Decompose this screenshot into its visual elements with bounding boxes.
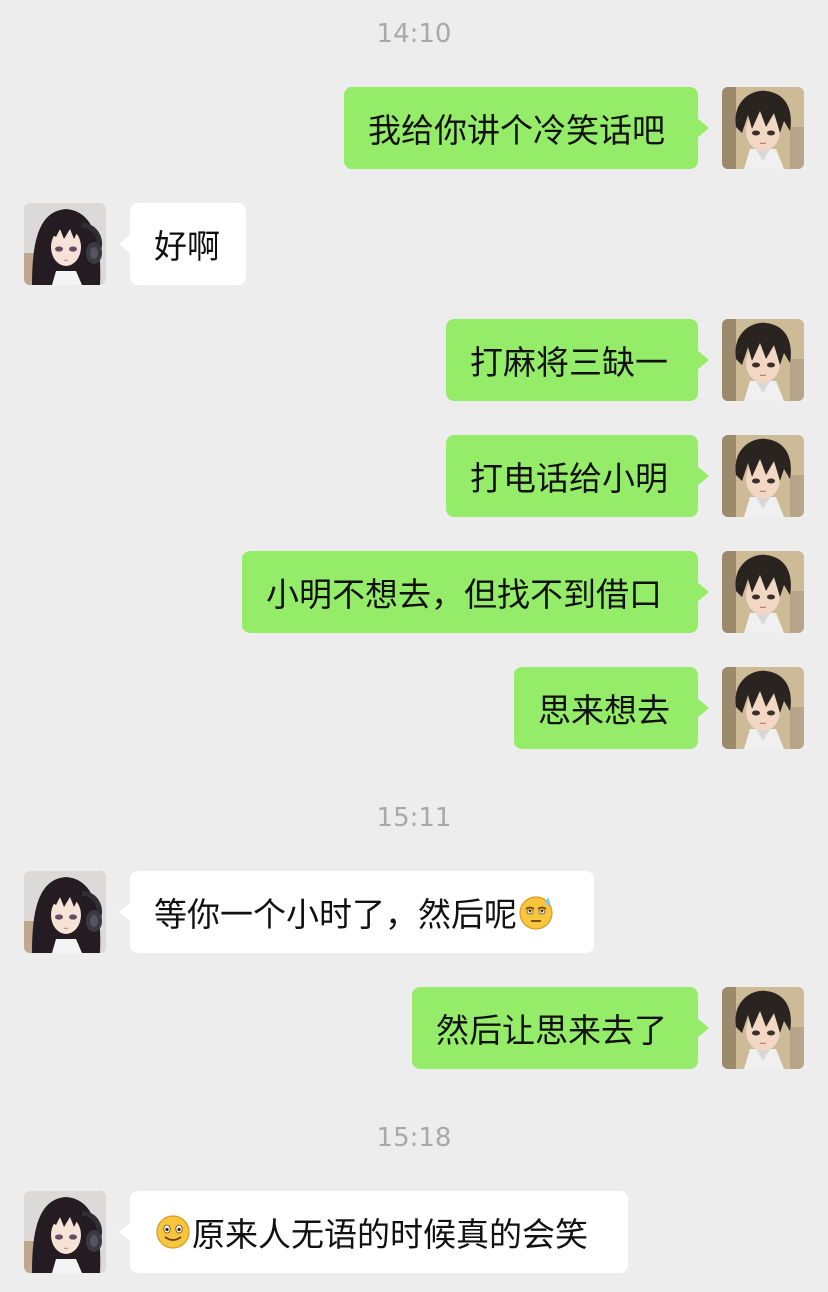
anime-girl-avatar-icon xyxy=(24,1191,106,1273)
message-bubble-received[interactable]: 好啊 xyxy=(119,203,246,285)
my-avatar[interactable] xyxy=(722,551,804,633)
message-bubble-sent[interactable]: 打麻将三缺一 xyxy=(446,319,709,401)
message-bubble-received[interactable]: 原来人无语的时候真的会笑 xyxy=(119,1191,628,1273)
message-text: 打电话给小明 xyxy=(470,459,668,498)
message-text: 我给你讲个冷笑话吧 xyxy=(368,111,665,150)
message-text: 打麻将三缺一 xyxy=(470,343,668,382)
anime-girl-avatar-icon xyxy=(24,871,106,953)
timestamp: 14:10 xyxy=(376,19,452,49)
message-text: 原来人无语的时候真的会笑 xyxy=(192,1215,588,1254)
friend-avatar[interactable] xyxy=(24,1191,106,1273)
message-bubble-sent[interactable]: 我给你讲个冷笑话吧 xyxy=(344,87,709,169)
my-avatar[interactable] xyxy=(722,319,804,401)
message-text: 小明不想去，但找不到借口 xyxy=(266,575,662,614)
timestamp: 15:11 xyxy=(376,803,452,833)
message-text: 思来想去 xyxy=(538,691,670,730)
message-text: 好啊 xyxy=(154,227,220,266)
anime-boy-avatar-icon xyxy=(722,987,804,1069)
message-bubble-sent[interactable]: 小明不想去，但找不到借口 xyxy=(242,551,709,633)
anime-boy-avatar-icon xyxy=(722,551,804,633)
message-text: 然后让思来去了 xyxy=(436,1011,667,1050)
smile-emoji-icon xyxy=(154,1213,192,1251)
anime-boy-avatar-icon xyxy=(722,667,804,749)
message-text: 等你一个小时了，然后呢 xyxy=(154,895,517,934)
my-avatar[interactable] xyxy=(722,87,804,169)
message-bubble-sent[interactable]: 思来想去 xyxy=(514,667,709,749)
friend-avatar[interactable] xyxy=(24,871,106,953)
my-avatar[interactable] xyxy=(722,987,804,1069)
message-bubble-received[interactable]: 等你一个小时了，然后呢 xyxy=(119,871,594,953)
message-bubble-sent[interactable]: 然后让思来去了 xyxy=(412,987,709,1069)
friend-avatar[interactable] xyxy=(24,203,106,285)
sweat-roll-eyes-emoji-icon xyxy=(517,893,555,931)
anime-girl-avatar-icon xyxy=(24,203,106,285)
message-bubble-sent[interactable]: 打电话给小明 xyxy=(446,435,709,517)
timestamp: 15:18 xyxy=(376,1123,452,1153)
my-avatar[interactable] xyxy=(722,667,804,749)
anime-boy-avatar-icon xyxy=(722,87,804,169)
my-avatar[interactable] xyxy=(722,435,804,517)
anime-boy-avatar-icon xyxy=(722,319,804,401)
anime-boy-avatar-icon xyxy=(722,435,804,517)
